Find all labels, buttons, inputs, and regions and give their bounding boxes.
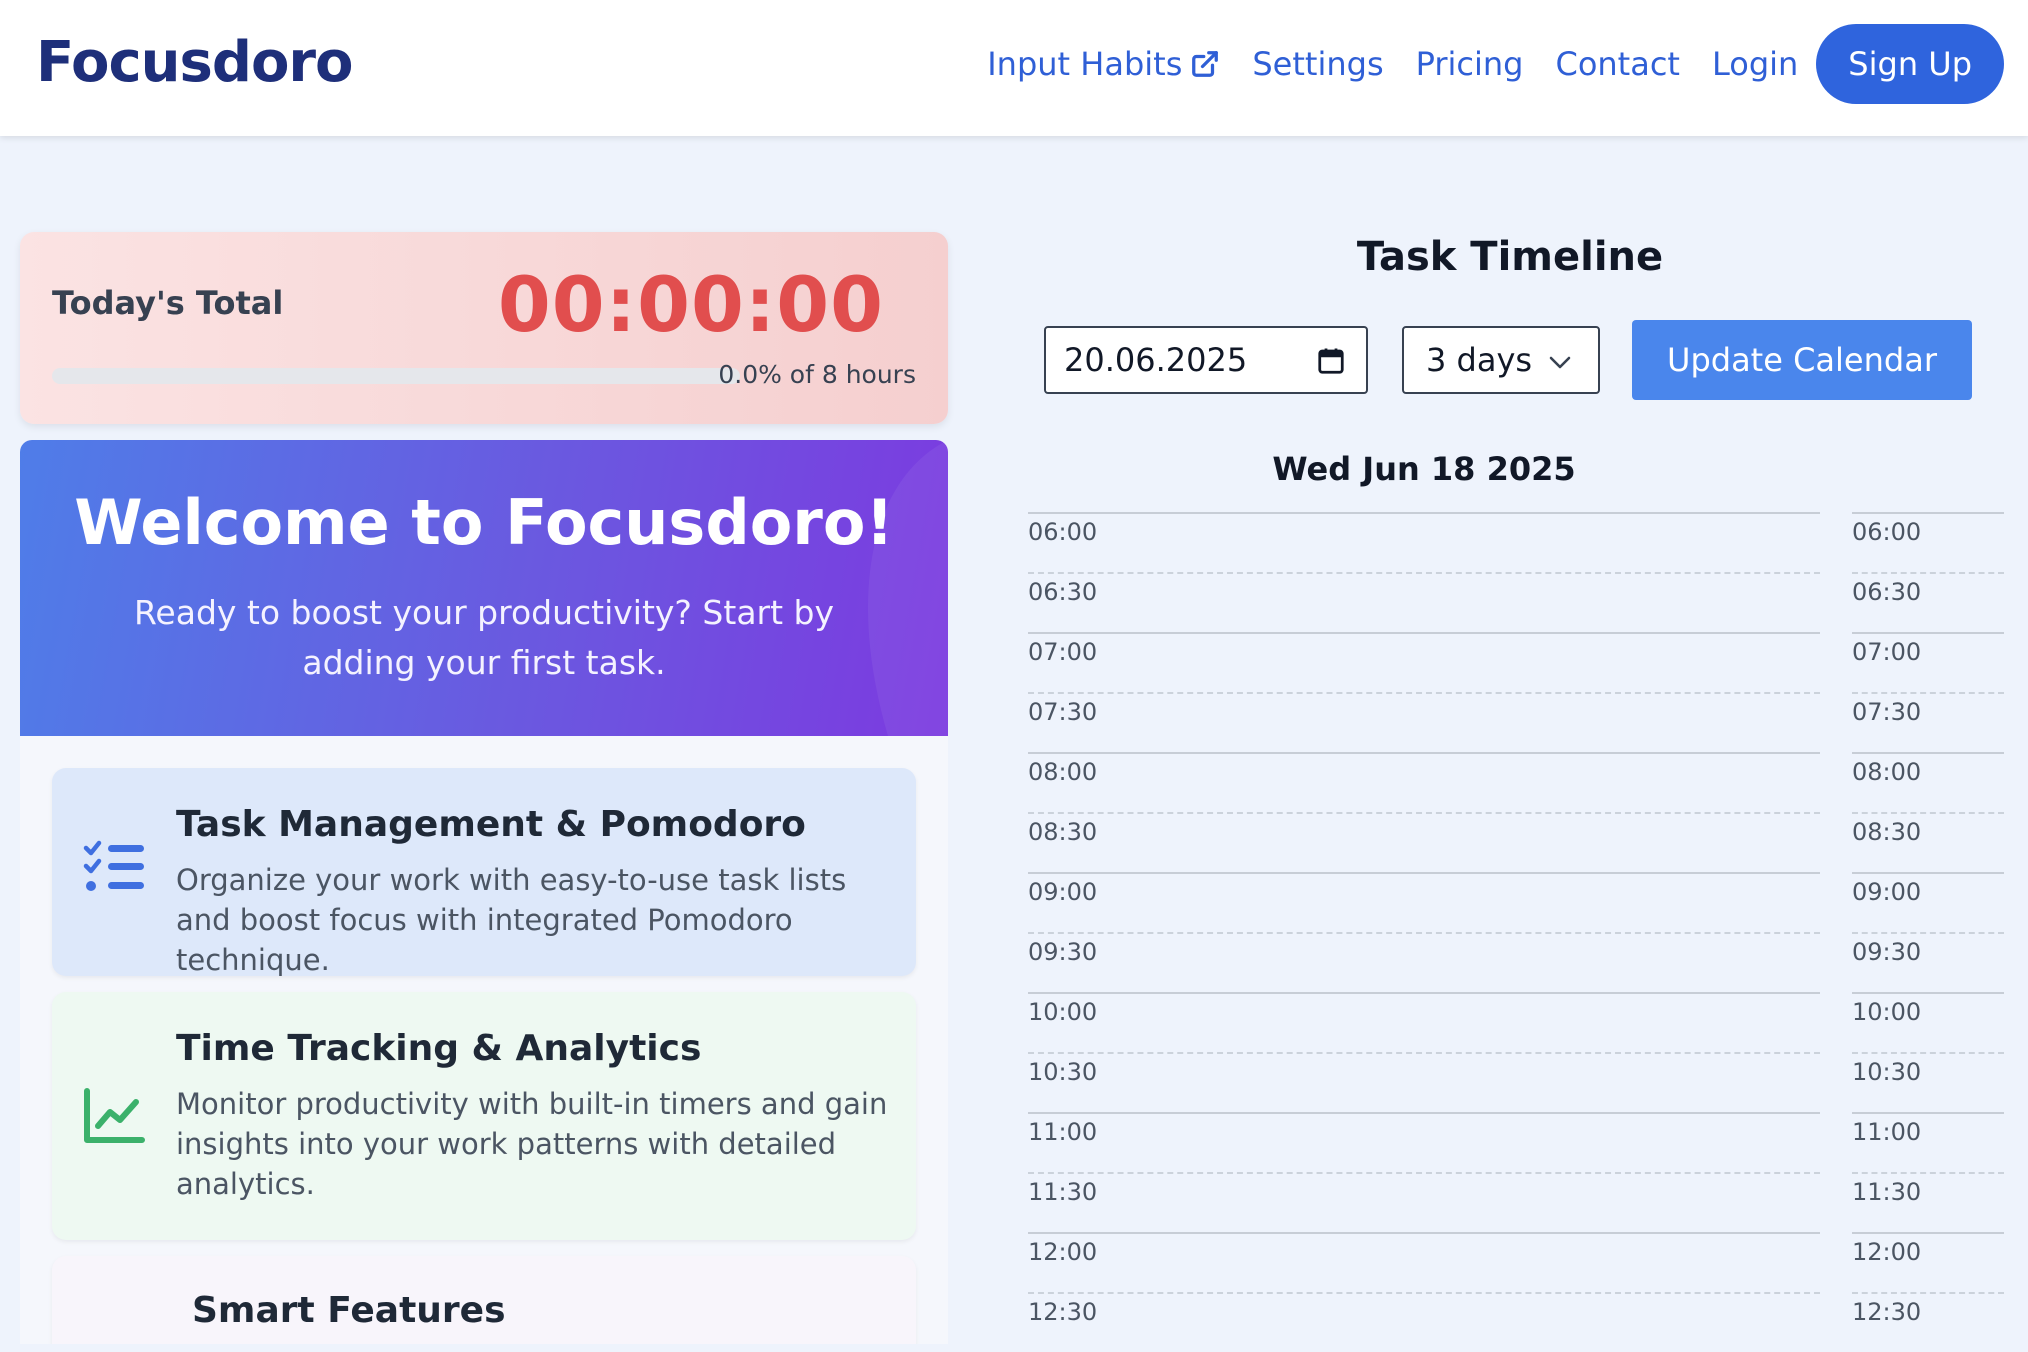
days-range-select[interactable]: 3 days	[1402, 326, 1600, 394]
time-slot[interactable]: 09:00	[1852, 872, 2004, 932]
time-slot[interactable]: 07:00	[1028, 632, 1820, 692]
welcome-subtitle: Ready to boost your productivity? Start …	[133, 593, 835, 682]
time-slot-label: 12:00	[1028, 1238, 1098, 1266]
chevron-down-icon	[1549, 356, 1571, 369]
update-calendar-button[interactable]: Update Calendar	[1632, 320, 1972, 400]
feature-description: Monitor productivity with built-in timer…	[176, 1087, 888, 1201]
todays-total-card: Today's Total 00:00:00 0.0% of 8 hours	[20, 232, 948, 424]
todays-total-time: 00:00:00	[497, 260, 884, 349]
time-slot[interactable]: 06:00	[1852, 512, 2004, 572]
time-slot-label: 10:30	[1852, 1058, 1922, 1086]
feature-title: Time Tracking & Analytics	[176, 1028, 702, 1069]
time-slot-label: 06:30	[1852, 578, 1922, 606]
nav-pricing-link[interactable]: Pricing	[1416, 45, 1524, 83]
time-slot-label: 09:00	[1852, 878, 1922, 906]
time-slot[interactable]: 08:00	[1852, 752, 2004, 812]
time-slot[interactable]: 11:00	[1852, 1112, 2004, 1172]
signup-button[interactable]: Sign Up	[1816, 24, 2004, 104]
nav-input-habits-label: Input Habits	[987, 45, 1183, 83]
time-slot-label: 07:00	[1852, 638, 1922, 666]
feature-card-smart-features: Smart Features	[52, 1256, 916, 1344]
checklist-icon	[83, 840, 144, 891]
time-slot-label: 11:30	[1852, 1178, 1922, 1206]
time-slot-label: 10:30	[1028, 1058, 1098, 1086]
time-slot-label: 07:00	[1028, 638, 1098, 666]
time-slot-label: 08:30	[1852, 818, 1922, 846]
nav-login-link[interactable]: Login	[1712, 45, 1798, 83]
feature-title: Task Management & Pomodoro	[176, 804, 806, 845]
time-slot[interactable]: 10:30	[1852, 1052, 2004, 1112]
daily-progress-text: 0.0% of 8 hours	[718, 360, 916, 389]
time-slot-label: 10:00	[1852, 998, 1922, 1026]
time-slot-label: 12:00	[1852, 1238, 1922, 1266]
time-slot-label: 06:00	[1028, 518, 1098, 546]
feature-title: Smart Features	[192, 1290, 506, 1331]
calendar-icon[interactable]	[1316, 346, 1346, 376]
nav-settings-link[interactable]: Settings	[1252, 45, 1383, 83]
time-slot[interactable]: 06:30	[1852, 572, 2004, 632]
time-slot[interactable]: 09:00	[1028, 872, 1820, 932]
daily-progress-bar	[52, 368, 740, 384]
time-slot-label: 08:30	[1028, 818, 1098, 846]
time-slot[interactable]: 12:30	[1028, 1292, 1820, 1352]
welcome-banner: Welcome to Focusdoro! Ready to boost you…	[20, 440, 948, 736]
day-column-header: Wed Jun 18 2025	[1272, 450, 1576, 488]
time-slot[interactable]: 08:00	[1028, 752, 1820, 812]
feature-description: Organize your work with easy-to-use task…	[176, 863, 847, 977]
external-link-icon	[1192, 51, 1219, 77]
date-input[interactable]: 20.06.2025	[1044, 326, 1368, 394]
welcome-title: Welcome to Focusdoro!	[74, 486, 894, 559]
feature-card-time-tracking: Time Tracking & Analytics Monitor produc…	[52, 992, 916, 1240]
time-slot-label: 09:00	[1028, 878, 1098, 906]
time-slot[interactable]: 07:30	[1852, 692, 2004, 752]
time-slot[interactable]: 11:00	[1028, 1112, 1820, 1172]
time-slot-label: 09:30	[1852, 938, 1922, 966]
time-slot[interactable]: 11:30	[1028, 1172, 1820, 1232]
time-slot[interactable]: 08:30	[1852, 812, 2004, 872]
time-slot-label: 09:30	[1028, 938, 1098, 966]
time-slot-label: 08:00	[1028, 758, 1098, 786]
timeline-day-column-next[interactable]: 06:00 06:30 07:00 07:30 08:00 08:30 09:00 09:30…	[1852, 512, 2004, 1352]
time-slot[interactable]: 06:00	[1028, 512, 1820, 572]
timeline-title: Task Timeline	[1356, 234, 1664, 280]
brand-logo[interactable]: Focusdoro	[36, 30, 353, 95]
time-slot-label: 12:30	[1028, 1298, 1098, 1326]
time-slot[interactable]: 09:30	[1028, 932, 1820, 992]
time-slot[interactable]: 12:00	[1028, 1232, 1820, 1292]
time-slot[interactable]: 06:30	[1028, 572, 1820, 632]
nav-contact-link[interactable]: Contact	[1555, 45, 1680, 83]
time-slot[interactable]: 12:00	[1852, 1232, 2004, 1292]
time-slot-label: 10:00	[1028, 998, 1098, 1026]
time-slot-label: 06:30	[1028, 578, 1098, 606]
todays-total-label: Today's Total	[52, 284, 284, 322]
nav-menu: Input Habits Settings Pricing Contact Lo…	[955, 24, 2004, 104]
time-slot[interactable]: 11:30	[1852, 1172, 2004, 1232]
date-input-value: 20.06.2025	[1064, 341, 1248, 379]
time-slot[interactable]: 10:00	[1028, 992, 1820, 1052]
feature-card-task-management: Task Management & Pomodoro Organize your…	[52, 768, 916, 977]
top-navbar: Focusdoro Input Habits Settings Pricing …	[0, 0, 2028, 136]
time-slot-label: 11:00	[1852, 1118, 1922, 1146]
days-range-value: 3 days	[1426, 341, 1533, 379]
time-slot-label: 07:30	[1028, 698, 1098, 726]
time-slot[interactable]: 09:30	[1852, 932, 2004, 992]
time-slot[interactable]: 07:00	[1852, 632, 2004, 692]
time-slot-label: 12:30	[1852, 1298, 1922, 1326]
time-slot-label: 06:00	[1852, 518, 1922, 546]
time-slot-label: 11:30	[1028, 1178, 1098, 1206]
time-slot-label: 07:30	[1852, 698, 1922, 726]
time-slot-label: 11:00	[1028, 1118, 1098, 1146]
time-slot[interactable]: 10:00	[1852, 992, 2004, 1052]
time-slot[interactable]: 07:30	[1028, 692, 1820, 752]
nav-input-habits-link[interactable]: Input Habits	[987, 45, 1220, 83]
time-slot[interactable]: 08:30	[1028, 812, 1820, 872]
chart-line-icon	[84, 1088, 145, 1143]
time-slot[interactable]: 10:30	[1028, 1052, 1820, 1112]
timeline-day-column[interactable]: 06:00 06:30 07:00 07:30 08:00 08:30 09:00 09:30…	[1028, 512, 1820, 1352]
time-slot-label: 08:00	[1852, 758, 1922, 786]
time-slot[interactable]: 12:30	[1852, 1292, 2004, 1352]
welcome-panel: Welcome to Focusdoro! Ready to boost you…	[20, 440, 948, 1344]
